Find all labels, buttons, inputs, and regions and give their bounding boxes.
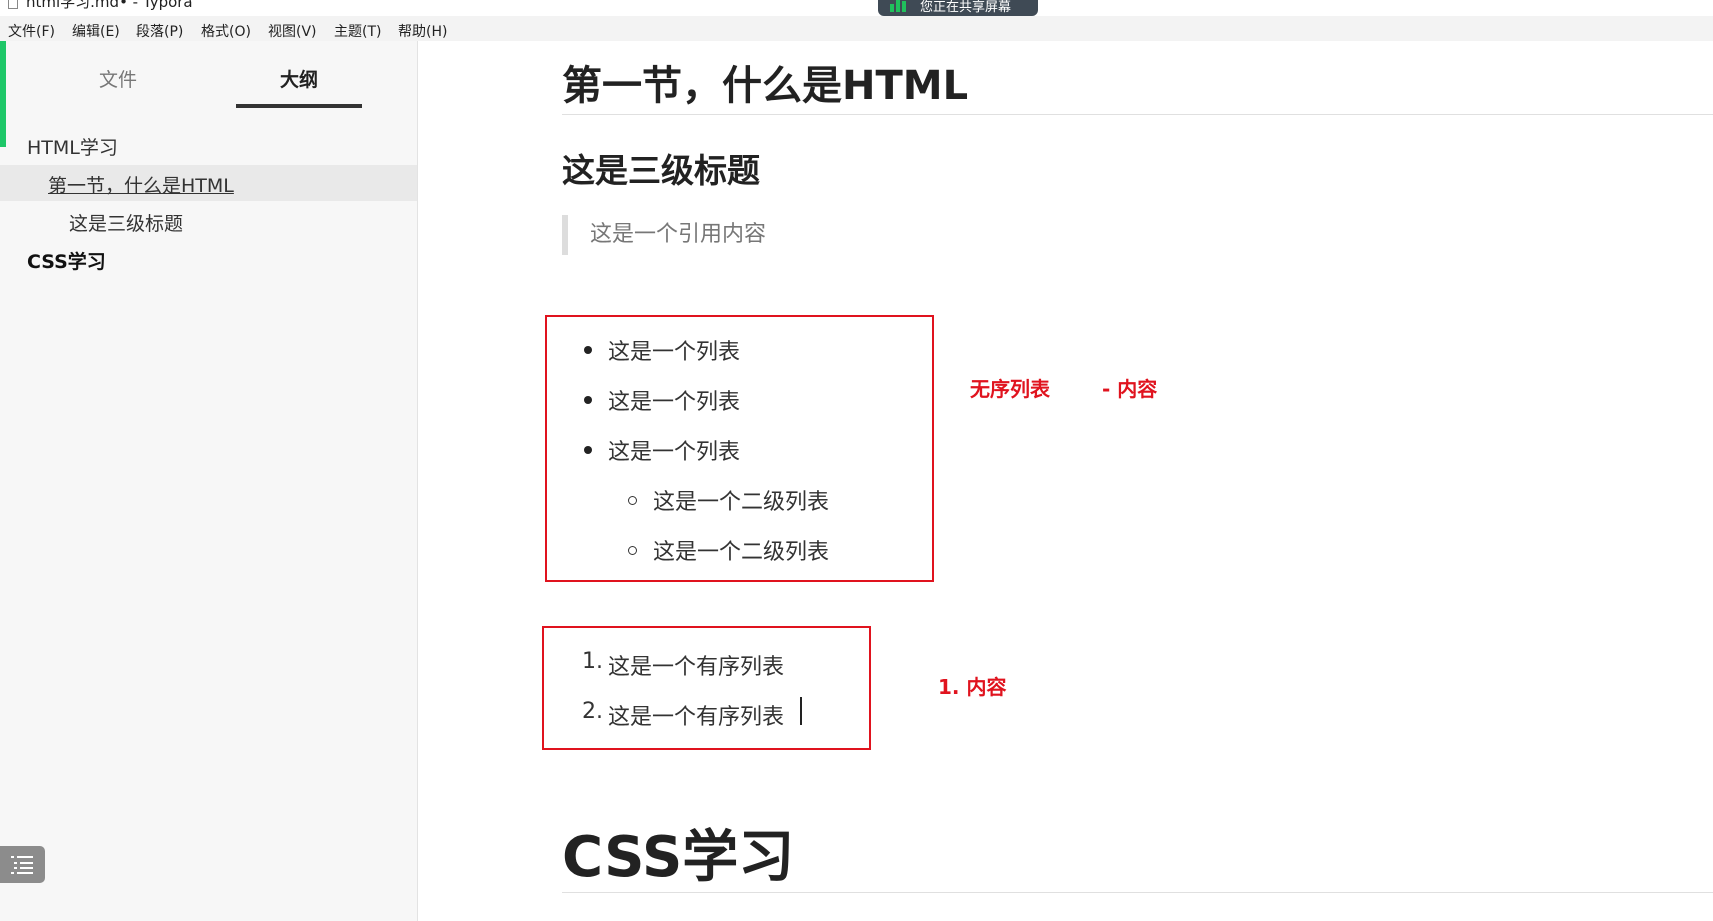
menu-bar: 文件(F) 编辑(E) 段落(P) 格式(O) 视图(V) 主题(T) 帮助(H… — [0, 16, 1713, 41]
outline-item-label: 这是三级标题 — [69, 213, 184, 235]
screen-share-notice[interactable]: 您正在共享屏幕 — [878, 0, 1038, 16]
outline-item-h3[interactable]: 这是三级标题 — [0, 203, 417, 239]
bar-chart-icon — [890, 0, 906, 12]
heading-h2: 第一节，什么是HTML — [562, 63, 969, 109]
menu-file[interactable]: 文件(F) — [8, 21, 55, 41]
heading-h1: CSS学习 — [562, 825, 795, 890]
bullet-marker — [584, 346, 592, 354]
title-bar: html学习.md• - Typora 您正在共享屏幕 — [0, 0, 1713, 16]
annotation-unordered-syntax: - 内容 — [1102, 377, 1158, 401]
ordered-marker: 2. — [582, 699, 603, 724]
typora-window: html学习.md• - Typora 您正在共享屏幕 文件(F) 编辑(E) … — [0, 0, 1713, 921]
menu-help[interactable]: 帮助(H) — [398, 21, 447, 41]
heading-divider — [562, 114, 1713, 115]
sidebar: 文件 大纲 HTML学习 第一节，什么是HTML 这是三级标题 CSS学习 — [0, 41, 418, 921]
editor-pane[interactable]: 第一节，什么是HTML 这是三级标题 这是一个引用内容 这是一个列表 这是一个列… — [419, 41, 1713, 921]
document-icon — [8, 0, 18, 9]
ordered-list-item: 这是一个有序列表 — [608, 655, 785, 680]
outline-toggle-button[interactable] — [0, 846, 45, 883]
outline-item-html[interactable]: HTML学习 — [0, 127, 417, 163]
list-item: 这是一个列表 — [608, 440, 741, 465]
text-cursor — [800, 697, 802, 725]
nested-list-item: 这是一个二级列表 — [653, 540, 830, 565]
menu-edit[interactable]: 编辑(E) — [72, 21, 120, 41]
tab-outline[interactable]: 大纲 — [236, 65, 362, 92]
outline-item-label: 第一节，什么是HTML — [48, 175, 234, 197]
outline-item-css[interactable]: CSS学习 — [0, 241, 417, 277]
window-title: html学习.md• - Typora — [26, 0, 193, 11]
annotation-unordered: 无序列表 — [970, 377, 1050, 401]
ordered-marker: 1. — [582, 649, 603, 674]
menu-view[interactable]: 视图(V) — [268, 21, 317, 41]
outline-item-label: CSS学习 — [27, 251, 106, 273]
list-item: 这是一个列表 — [608, 340, 741, 365]
blockquote: 这是一个引用内容 — [562, 215, 766, 255]
heading-h3: 这是三级标题 — [562, 151, 760, 190]
circle-marker — [628, 546, 637, 555]
bullet-marker — [584, 446, 592, 454]
outline-item-label: HTML学习 — [27, 137, 118, 159]
tab-files[interactable]: 文件 — [55, 65, 181, 92]
list-icon — [11, 856, 33, 874]
share-notice-label: 您正在共享屏幕 — [920, 0, 1012, 15]
outline-item-section-one[interactable]: 第一节，什么是HTML — [0, 165, 417, 201]
annotation-box-ordered — [542, 626, 871, 750]
ordered-list-item: 这是一个有序列表 — [608, 705, 785, 730]
active-tab-indicator — [236, 104, 362, 108]
nested-list-item: 这是一个二级列表 — [653, 490, 830, 515]
list-item: 这是一个列表 — [608, 390, 741, 415]
annotation-ordered: 1. 内容 — [938, 675, 1007, 699]
menu-paragraph[interactable]: 段落(P) — [136, 21, 183, 41]
heading-divider — [562, 892, 1713, 893]
menu-format[interactable]: 格式(O) — [201, 21, 251, 41]
menu-theme[interactable]: 主题(T) — [334, 21, 381, 41]
bullet-marker — [584, 396, 592, 404]
circle-marker — [628, 496, 637, 505]
